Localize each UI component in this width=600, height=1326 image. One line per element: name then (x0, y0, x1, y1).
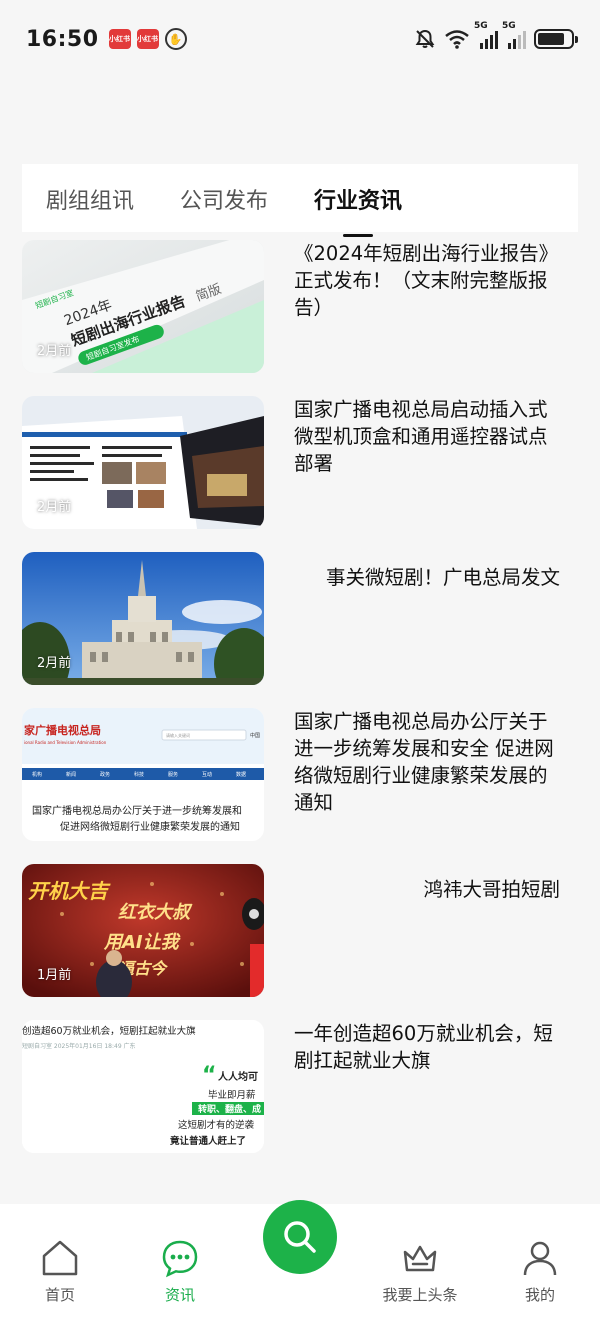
svg-text:数据: 数据 (236, 771, 246, 778)
thumb-banner-3: 用AI让我 (103, 932, 181, 953)
search-button[interactable] (263, 1200, 337, 1274)
news-thumbnail: 短剧自习室 2024年 短剧出海行业报告 简版 短剧自习室发布 2月前 (22, 240, 264, 373)
svg-text:新闻: 新闻 (66, 771, 76, 778)
news-title[interactable]: 国家广播电视总局办公厅关于进一步统筹发展和安全 促进网络微短剧行业健康繁荣发展的… (294, 708, 560, 864)
news-thumbnail: 2月前 (22, 396, 264, 529)
news-item[interactable]: 家广播电视总局 ional Radio and Television Admin… (22, 708, 578, 864)
status-indicators: 5G 5G (414, 21, 578, 50)
nav-label: 资讯 (164, 1286, 195, 1304)
category-tabs: 剧组组讯 公司发布 行业资讯 (22, 164, 578, 237)
user-icon (523, 1241, 557, 1276)
thumb-quote: 人人均可 (218, 1070, 258, 1083)
thumb-article-meta: 短剧自习室 2025年01月16日 18:49 广东 (22, 1042, 136, 1050)
wifi-icon (445, 30, 469, 49)
status-bar: 16:50 小红书 小红书 ✋ 5G 5G (0, 0, 600, 78)
search-icon (284, 1221, 316, 1253)
nav-headline[interactable]: 我要上头条 (370, 1238, 470, 1305)
tab-industry-news[interactable]: 行业资讯 (314, 181, 402, 237)
thumb-agency-sub: ional Radio and Television Administratio… (24, 740, 107, 745)
nav-profile[interactable]: 我的 (500, 1238, 580, 1305)
thumb-agency-name: 家广播电视总局 (24, 723, 101, 737)
news-title[interactable]: 一年创造超60万就业机会，短剧扛起就业大旗 (294, 1020, 560, 1176)
nav-home[interactable]: 首页 (20, 1238, 100, 1305)
svg-text:竟让普通人赶上了: 竟让普通人赶上了 (169, 1135, 246, 1147)
news-thumbnail: 家广播电视总局 ional Radio and Television Admin… (22, 708, 264, 841)
tab-crew-notices[interactable]: 剧组组讯 (46, 181, 134, 215)
news-item[interactable]: 短剧自习室 2024年 短剧出海行业报告 简版 短剧自习室发布 2月前 《202… (22, 240, 578, 396)
nav-label: 首页 (44, 1286, 75, 1304)
svg-text:政务: 政务 (100, 771, 110, 778)
crown-icon (403, 1245, 437, 1272)
news-list: 短剧自习室 2024年 短剧出海行业报告 简版 短剧自习室发布 2月前 《202… (22, 240, 578, 1176)
news-title[interactable]: 国家广播电视总局启动插入式微型机顶盒和通用遥控器试点部署 (294, 396, 560, 552)
battery-icon (534, 29, 578, 49)
news-item[interactable]: 2月前 国家广播电视总局启动插入式微型机顶盒和通用遥控器试点部署 (22, 396, 578, 552)
time-tag: 2月前 (37, 656, 72, 671)
app-badge-icon: 小红书 (108, 29, 131, 49)
svg-text:机构: 机构 (32, 771, 42, 778)
news-item[interactable]: 开机大吉 红衣大叔 用AI让我 逼古今 1月前 鸿祎大哥拍短剧 (22, 864, 578, 1020)
svg-text:转职、翻盘、成: 转职、翻盘、成 (198, 1103, 261, 1115)
thumb-notice-line2: 促进网络微短剧行业健康繁荣发展的通知 (60, 820, 240, 833)
news-title[interactable]: 《2024年短剧出海行业报告》正式发布！（文末附完整版报告） (294, 240, 560, 396)
svg-text:毕业即月薪: 毕业即月薪 (208, 1089, 256, 1101)
nav-news[interactable]: 资讯 (140, 1238, 220, 1305)
status-time: 16:50 (26, 26, 99, 52)
thumb-search: 请输入关键词 (166, 732, 190, 738)
signal-icon: 5G (474, 21, 498, 49)
time-tag: 2月前 (37, 344, 72, 359)
nav-label: 我要上头条 (382, 1286, 458, 1304)
thumb-article-headline: 创造超60万就业机会，短剧扛起就业大旗 (22, 1025, 196, 1037)
news-thumbnail: 创造超60万就业机会，短剧扛起就业大旗 短剧自习室 2025年01月16日 18… (22, 1020, 264, 1153)
svg-text:“: “ (202, 1063, 216, 1088)
svg-text:这短剧才有的逆袭: 这短剧才有的逆袭 (178, 1119, 255, 1131)
svg-text:服务: 服务 (168, 771, 178, 778)
bottom-nav: 首页 资讯 我要上头条 我的 (0, 1200, 600, 1326)
home-icon (42, 1240, 78, 1276)
thumb-banner-2: 红衣大叔 (118, 902, 193, 923)
news-title[interactable]: 事关微短剧！广电总局发文 (294, 564, 560, 708)
news-item[interactable]: 2月前 事关微短剧！广电总局发文 (22, 552, 578, 708)
time-tag: 2月前 (37, 500, 72, 515)
thumb-lang: 中国 (250, 732, 260, 739)
svg-text:互动: 互动 (202, 771, 212, 778)
tab-company-releases[interactable]: 公司发布 (180, 181, 268, 215)
mute-bell-icon (415, 29, 435, 48)
chat-icon (162, 1240, 198, 1278)
news-thumbnail: 开机大吉 红衣大叔 用AI让我 逼古今 1月前 (22, 864, 264, 997)
news-item[interactable]: 创造超60万就业机会，短剧扛起就业大旗 短剧自习室 2025年01月16日 18… (22, 1020, 578, 1176)
hand-icon: ✋ (164, 28, 187, 50)
signal-icon: 5G (502, 21, 526, 49)
app-badge-icon: 小红书 (136, 29, 159, 49)
news-title[interactable]: 鸿祎大哥拍短剧 (294, 876, 560, 1020)
svg-text:科技: 科技 (134, 771, 144, 778)
time-tag: 1月前 (37, 968, 72, 983)
thumb-notice-line1: 国家广播电视总局办公厅关于进一步统筹发展和 (32, 804, 242, 817)
nav-label: 我的 (524, 1286, 555, 1304)
thumb-banner-1: 开机大吉 (28, 879, 111, 903)
news-thumbnail: 2月前 (22, 552, 264, 685)
